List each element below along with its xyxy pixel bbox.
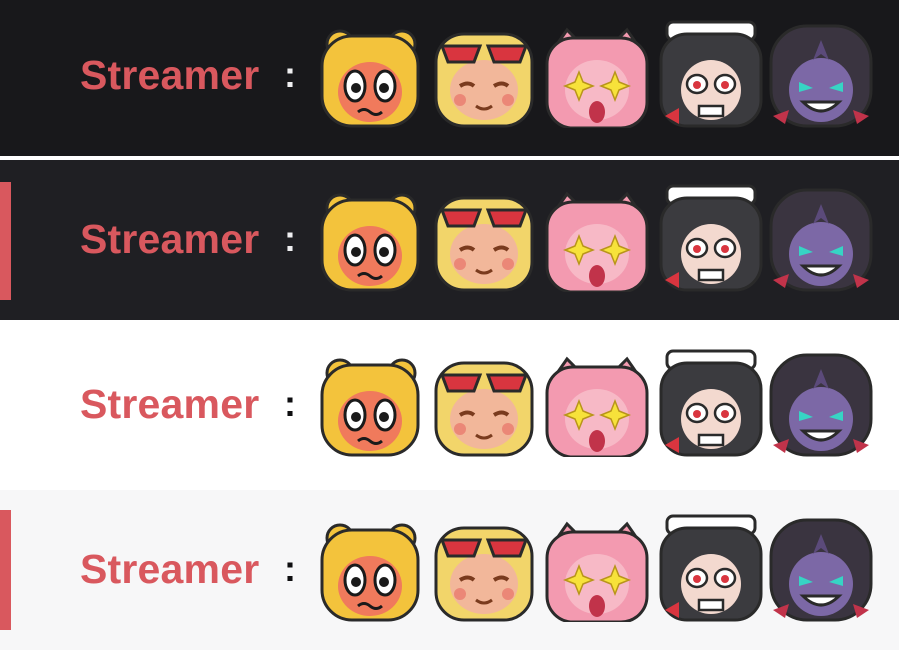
pink-starry-eyes-emote[interactable] (543, 20, 651, 128)
dark-grin-emote[interactable] (767, 20, 875, 128)
goggles-girl-emote[interactable] (430, 514, 538, 622)
maid-girl-emote[interactable] (657, 349, 765, 457)
dark-grin-emote[interactable] (767, 514, 875, 622)
username-separator: : (284, 218, 296, 259)
dark-grin-emote[interactable] (767, 349, 875, 457)
highlight-accent-bar (0, 182, 11, 300)
chat-line-light-highlighted: Streamer: (0, 490, 899, 650)
tiger-girl-emote[interactable] (316, 184, 424, 292)
goggles-girl-emote[interactable] (430, 184, 538, 292)
maid-girl-emote[interactable] (657, 184, 765, 292)
username[interactable]: Streamer (80, 52, 259, 98)
pink-starry-eyes-emote[interactable] (543, 514, 651, 622)
username[interactable]: Streamer (80, 546, 259, 592)
highlight-accent-bar (0, 510, 11, 630)
username-separator: : (284, 548, 296, 589)
pink-starry-eyes-emote[interactable] (543, 349, 651, 457)
dark-grin-emote[interactable] (767, 184, 875, 292)
maid-girl-emote[interactable] (657, 514, 765, 622)
chat-line-light: Streamer: (0, 325, 899, 490)
username[interactable]: Streamer (80, 381, 259, 427)
username[interactable]: Streamer (80, 216, 259, 262)
tiger-girl-emote[interactable] (316, 20, 424, 128)
username-separator: : (284, 383, 296, 424)
maid-girl-emote[interactable] (657, 20, 765, 128)
chat-line-dark: Streamer: (0, 0, 899, 156)
tiger-girl-emote[interactable] (316, 349, 424, 457)
pink-starry-eyes-emote[interactable] (543, 184, 651, 292)
chat-line-dark-highlighted: Streamer: (0, 160, 899, 320)
username-separator: : (284, 54, 296, 95)
tiger-girl-emote[interactable] (316, 514, 424, 622)
goggles-girl-emote[interactable] (430, 349, 538, 457)
goggles-girl-emote[interactable] (430, 20, 538, 128)
